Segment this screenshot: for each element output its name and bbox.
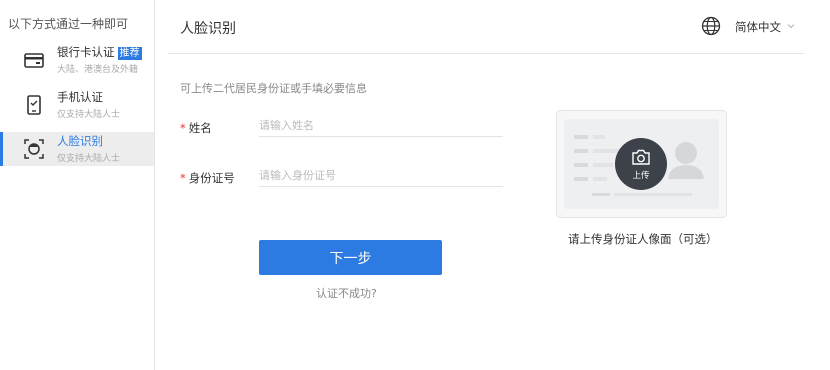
sidebar-item-label: 人脸识别 [57, 134, 103, 148]
id-number-input[interactable] [259, 165, 503, 187]
sidebar-item-sub: 仅支持大陆人士 [57, 154, 121, 164]
sidebar-item-face-recognition[interactable]: 人脸识别 仅支持大陆人士 [0, 132, 154, 166]
mobile-phone-icon [27, 95, 41, 115]
globe-icon[interactable] [701, 16, 721, 36]
upload-button[interactable]: 上传 [615, 138, 667, 190]
chevron-down-icon[interactable] [786, 21, 796, 31]
header-divider [168, 53, 804, 54]
upload-caption: 请上传身份证人像面（可选） [568, 232, 718, 246]
sidebar-item-label: 银行卡认证 推荐 [57, 45, 142, 60]
recommend-badge: 推荐 [117, 47, 142, 60]
next-step-button[interactable]: 下一步 [259, 240, 442, 275]
language-selector[interactable]: 简体中文 [735, 19, 781, 35]
sidebar-item-label: 手机认证 [57, 90, 103, 104]
form-hint: 可上传二代居民身份证或手填必要信息 [180, 82, 367, 95]
id-number-label: * 身份证号 [180, 171, 235, 185]
bank-card-icon [24, 53, 44, 68]
page-title: 人脸识别 [180, 21, 236, 37]
verification-failed-link[interactable]: 认证不成功? [316, 285, 377, 301]
name-input[interactable] [259, 115, 503, 137]
sidebar-title: 以下方式通过一种即可 [8, 17, 129, 31]
sidebar-item-sub: 仅支持大陆人士 [57, 110, 121, 120]
upload-label: 上传 [632, 171, 650, 181]
sidebar-item-mobile[interactable]: 手机认证 仅支持大陆人士 [0, 88, 154, 122]
auth-method-sidebar: 以下方式通过一种即可 银行卡认证 推荐 大陆、港澳台及外籍 手机认证 仅支持大陆人… [0, 0, 155, 370]
name-label: * 姓名 [180, 121, 212, 135]
required-mark: * [180, 171, 186, 185]
face-scan-icon [24, 139, 44, 159]
sidebar-item-bank-card[interactable]: 银行卡认证 推荐 大陆、港澳台及外籍 [0, 43, 154, 77]
sidebar-item-sub: 大陆、港澳台及外籍 [57, 65, 139, 75]
required-mark: * [180, 121, 186, 135]
camera-icon [632, 149, 650, 165]
